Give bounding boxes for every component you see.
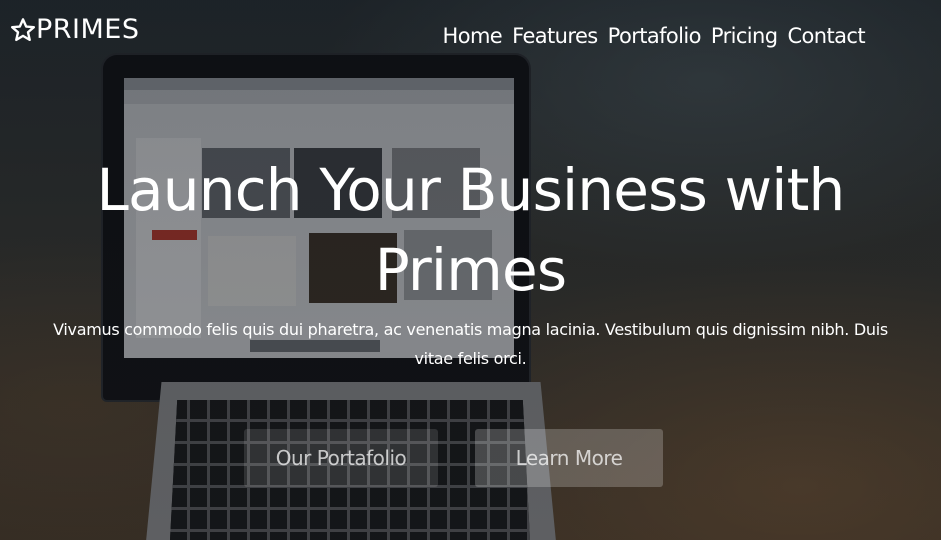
learn-more-button[interactable]: Learn More — [475, 429, 663, 487]
nav-link-features[interactable]: Features — [512, 22, 598, 50]
nav-link-portafolio[interactable]: Portafolio — [608, 22, 702, 50]
nav-link-contact[interactable]: Contact — [787, 22, 865, 50]
nav-link-home[interactable]: Home — [443, 22, 503, 50]
brand-logo[interactable]: PRIMES — [10, 12, 140, 48]
hero-description: Vivamus commodo felis quis dui pharetra,… — [53, 320, 888, 368]
our-portfolio-button[interactable]: Our Portafolio — [244, 429, 438, 487]
hero-title: Launch Your Business with Primes — [96, 156, 846, 304]
nav-link-pricing[interactable]: Pricing — [711, 22, 778, 50]
brand-name: PRIMES — [36, 14, 140, 45]
star-icon — [10, 18, 36, 42]
main-nav: Home Features Portafolio Pricing Contact — [443, 22, 866, 50]
